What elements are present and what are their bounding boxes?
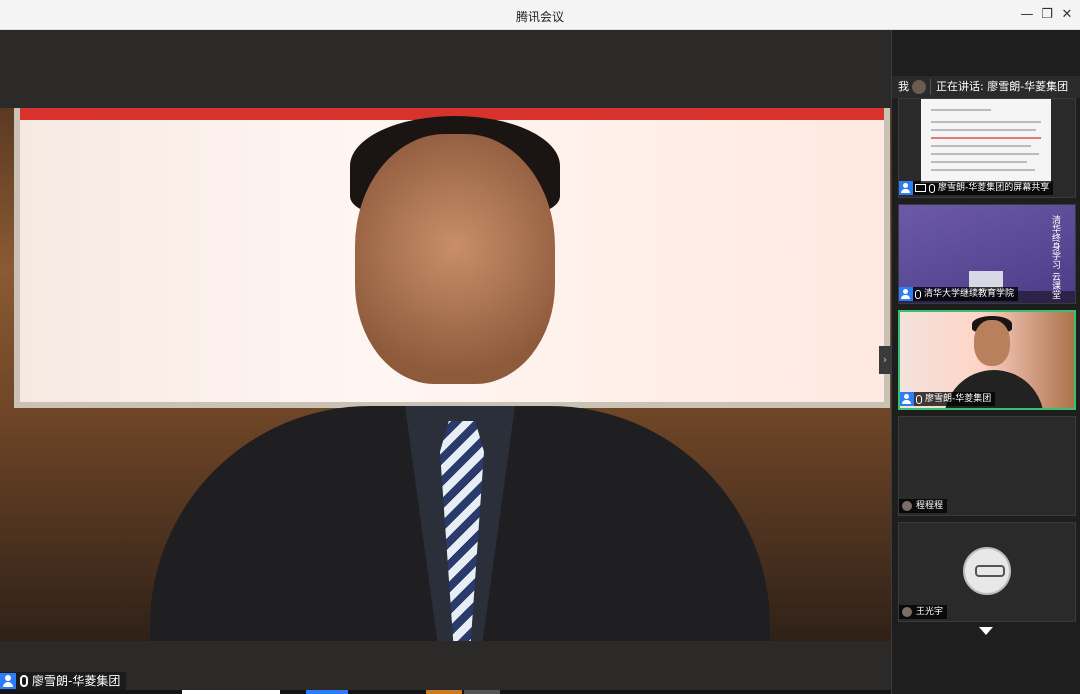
mic-icon	[916, 394, 922, 404]
avatar	[902, 501, 912, 511]
tile-name: 王光宇	[916, 607, 944, 617]
main-video[interactable]	[0, 108, 891, 641]
mic-icon	[915, 289, 921, 299]
user-icon	[899, 287, 913, 301]
main-participant-label: 廖雪朗-华菱集团	[0, 672, 127, 690]
speaker-video	[150, 116, 770, 641]
close-button[interactable]: ✕	[1058, 6, 1076, 24]
tile-speaker-active[interactable]: 廖雪朗-华菱集团	[898, 310, 1076, 410]
title-bar: 腾讯会议 — ❐ ✕	[0, 0, 1080, 30]
tile-label: 程程程	[899, 499, 948, 513]
tile-label: 王光宇	[899, 605, 948, 619]
participant-sidebar: 我 正在讲话: 廖雪朗-华菱集团 廖雪朗-华菱集团的屏幕共享 清华终身学习 云课…	[891, 30, 1080, 694]
status-strip	[0, 690, 891, 694]
restore-button[interactable]: ❐	[1038, 6, 1056, 24]
mic-icon	[20, 675, 28, 687]
mic-icon	[929, 183, 935, 193]
tile-camera-off[interactable]: 程程程	[898, 416, 1076, 516]
next-page-button[interactable]: ›	[879, 346, 891, 374]
window-title: 腾讯会议	[515, 10, 564, 24]
scroll-down-icon[interactable]	[979, 627, 993, 635]
main-stage: ›	[0, 30, 891, 694]
tile-name: 廖雪朗-华菱集团的屏幕共享	[938, 183, 1050, 193]
vertical-caption: 清华终身学习 云课堂	[1050, 215, 1060, 299]
screen-share-icon	[915, 184, 926, 192]
tile-name: 清华大学继续教育学院	[924, 289, 1015, 299]
speaking-text: 正在讲话: 廖雪朗-华菱集团	[936, 80, 1069, 93]
speaking-indicator: 我 正在讲话: 廖雪朗-华菱集团	[892, 76, 1080, 98]
tile-label: 廖雪朗-华菱集团的屏幕共享	[899, 181, 1054, 195]
tile-label: 廖雪朗-华菱集团	[900, 392, 996, 406]
tile-avatar[interactable]: 王光宇	[898, 522, 1076, 622]
tile-name: 程程程	[916, 501, 944, 511]
user-icon	[899, 181, 913, 195]
tile-screen-share[interactable]: 廖雪朗-华菱集团的屏幕共享	[898, 98, 1076, 198]
shared-document	[921, 99, 1051, 183]
avatar-picture	[963, 547, 1011, 595]
main-participant-name: 廖雪朗-华菱集团	[32, 674, 121, 688]
me-label: 我	[898, 80, 909, 93]
my-avatar[interactable]	[912, 80, 926, 94]
avatar	[902, 607, 912, 617]
tile-name: 廖雪朗-华菱集团	[925, 394, 992, 404]
minimize-button[interactable]: —	[1018, 6, 1036, 24]
user-icon	[900, 392, 914, 406]
user-icon	[0, 673, 16, 689]
tile-label: 清华大学继续教育学院	[899, 287, 1019, 301]
tile-tsinghua[interactable]: 清华终身学习 云课堂 清华大学继续教育学院	[898, 204, 1076, 304]
